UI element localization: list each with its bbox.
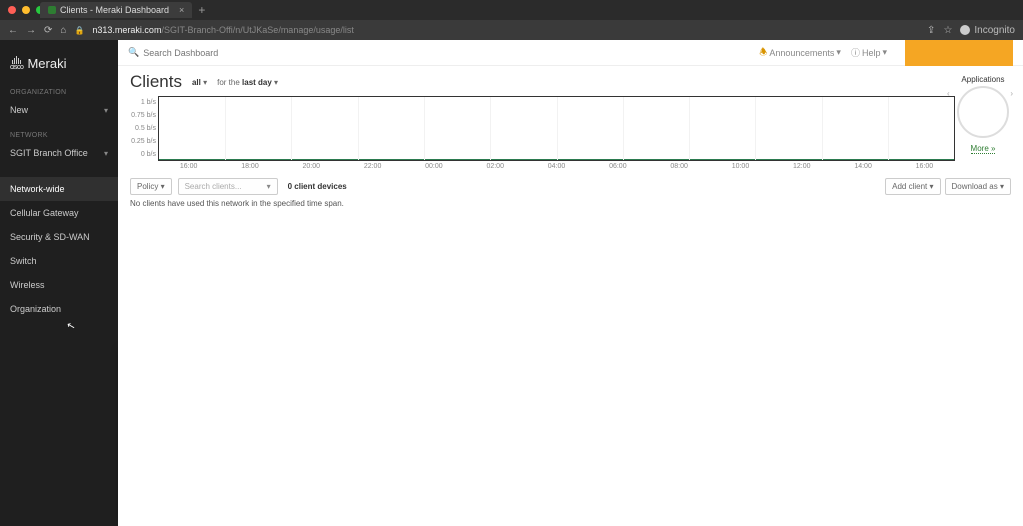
search-clients-placeholder: Search clients... <box>185 182 242 191</box>
client-count: 0 client devices <box>288 182 347 191</box>
url-field[interactable]: n313.meraki.com/SGIT-Branch-Offi/n/UtJKa… <box>92 25 919 35</box>
chevron-down-icon: ▾ <box>836 47 841 58</box>
sidebar-item-label: Switch <box>10 256 37 266</box>
sidebar-item-label: Cellular Gateway <box>10 208 79 218</box>
chart-plot-area[interactable] <box>158 96 955 161</box>
chevron-down-icon: ▾ <box>104 149 108 158</box>
sidebar-item-label: Network-wide <box>10 184 65 194</box>
help-label: Help <box>862 48 881 58</box>
sidebar-item-cellular-gateway[interactable]: Cellular Gateway <box>0 201 118 225</box>
browser-urlbar: ← → ⟳ ⌂ 🔒 n313.meraki.com/SGIT-Branch-Of… <box>0 20 1023 40</box>
forward-button[interactable]: → <box>26 25 36 36</box>
new-tab-button[interactable]: + <box>198 3 205 17</box>
empty-state-text: No clients have used this network in the… <box>130 199 1011 208</box>
main-content: 🔍 🕭 Announcements ▾ ⓘ Help ▾ Clients <box>118 40 1023 526</box>
network-selector-label: SGIT Branch Office <box>10 148 88 158</box>
reload-button[interactable]: ⟳ <box>44 25 52 36</box>
chevron-down-icon: ▾ <box>104 106 108 115</box>
notification-banner[interactable] <box>905 40 1013 66</box>
back-button[interactable]: ← <box>8 25 18 36</box>
sidebar-item-security-sdwan[interactable]: Security & SD-WAN <box>0 225 118 249</box>
help-menu[interactable]: ⓘ Help ▾ <box>851 46 887 59</box>
tab-title: Clients - Meraki Dashboard <box>60 5 169 15</box>
timerange-dropdown[interactable]: for the last day ▾ <box>217 78 278 87</box>
usage-chart: 1 b/s 0.75 b/s 0.5 b/s 0.25 b/s 0 b/s 16… <box>130 96 1011 170</box>
topbar: 🔍 🕭 Announcements ▾ ⓘ Help ▾ <box>118 40 1023 66</box>
brand-logo[interactable]: cisco Meraki <box>0 52 118 85</box>
page-title: Clients <box>130 72 182 92</box>
sidebar-item-wireless[interactable]: Wireless <box>0 273 118 297</box>
url-host: n313.meraki.com <box>92 25 161 35</box>
incognito-indicator: Incognito <box>960 25 1015 36</box>
share-icon[interactable]: ⇪ <box>927 25 935 36</box>
close-window-button[interactable] <box>8 6 16 14</box>
tab-favicon <box>48 6 56 14</box>
chart-y-labels: 1 b/s 0.75 b/s 0.5 b/s 0.25 b/s 0 b/s <box>130 96 156 161</box>
chevron-down-icon: ▾ <box>267 182 271 191</box>
policy-dropdown[interactable]: Policy ▾ <box>130 178 172 195</box>
sidebar: cisco Meraki ORGANIZATION New ▾ NETWORK … <box>0 40 118 526</box>
dashboard-search[interactable]: 🔍 <box>128 47 759 58</box>
network-selector[interactable]: SGIT Branch Office ▾ <box>0 141 118 165</box>
window-titlebar: Clients - Meraki Dashboard × + <box>0 0 1023 20</box>
org-selector[interactable]: New ▾ <box>0 98 118 122</box>
sidebar-item-network-wide[interactable]: Network-wide <box>0 177 118 201</box>
timerange-value: last day <box>242 78 272 87</box>
announcements-label: Announcements <box>769 48 834 58</box>
download-as-button[interactable]: Download as ▾ <box>945 178 1012 195</box>
dashboard-search-input[interactable] <box>143 48 759 58</box>
search-icon: 🔍 <box>128 47 139 58</box>
add-client-button[interactable]: Add client ▾ <box>885 178 940 195</box>
cisco-label: cisco <box>10 64 23 71</box>
tab-close-icon[interactable]: × <box>179 5 184 15</box>
org-selector-label: New <box>10 105 28 115</box>
applications-label: Applications <box>957 75 1009 84</box>
section-network-label: NETWORK <box>0 128 118 141</box>
minimize-window-button[interactable] <box>22 6 30 14</box>
sidebar-item-switch[interactable]: Switch <box>0 249 118 273</box>
brand-name: Meraki <box>27 56 66 71</box>
sidebar-item-label: Wireless <box>10 280 45 290</box>
section-organization-label: ORGANIZATION <box>0 85 118 98</box>
search-clients-input[interactable]: Search clients... ▾ <box>178 178 278 195</box>
announcements-menu[interactable]: 🕭 Announcements ▾ <box>759 45 841 61</box>
help-icon: ⓘ <box>851 46 860 59</box>
browser-tab[interactable]: Clients - Meraki Dashboard × <box>40 2 192 18</box>
chart-x-labels: 16:0018:0020:0022:0000:0002:0004:0006:00… <box>158 163 955 170</box>
sidebar-item-label: Organization <box>10 304 61 314</box>
sidebar-item-label: Security & SD-WAN <box>10 232 90 242</box>
lock-icon: 🔒 <box>74 26 84 35</box>
incognito-icon <box>960 25 970 35</box>
announcements-icon: 🕭 <box>759 45 767 61</box>
home-button[interactable]: ⌂ <box>60 25 66 36</box>
scope-value: all <box>192 78 201 87</box>
sidebar-item-organization[interactable]: Organization <box>0 297 118 321</box>
scope-dropdown[interactable]: all ▾ <box>192 78 207 87</box>
incognito-label: Incognito <box>974 25 1015 36</box>
bookmark-icon[interactable]: ☆ <box>943 25 952 36</box>
url-path: /SGIT-Branch-Offi/n/UtJKaSe/manage/usage… <box>161 25 353 35</box>
chevron-down-icon: ▾ <box>882 47 887 58</box>
